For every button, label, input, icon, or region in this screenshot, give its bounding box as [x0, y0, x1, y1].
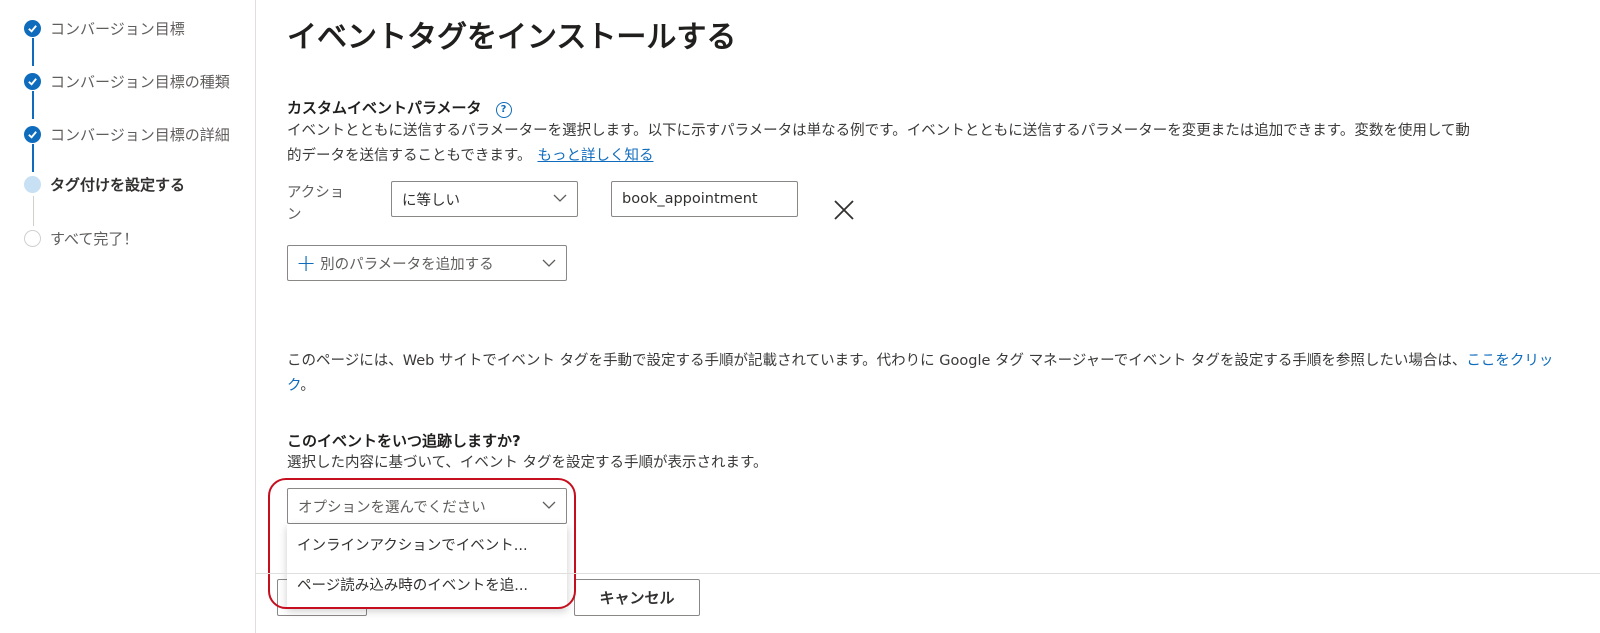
- step-label: すべて完了！: [50, 229, 139, 248]
- step-conversion-goal[interactable]: コンバージョン目標: [24, 16, 185, 40]
- step-label: コンバージョン目標: [50, 19, 185, 38]
- step-all-done[interactable]: すべて完了！: [24, 226, 138, 250]
- cancel-button[interactable]: キャンセル: [574, 579, 700, 616]
- track-when-description: 選択した内容に基づいて、イベント タグを設定する手順が表示されます。: [287, 455, 768, 471]
- add-param-label: 別のパラメータを追加する: [320, 256, 494, 273]
- param-value: book_appointment: [622, 191, 758, 207]
- param-name-label: アクショ ン: [287, 185, 345, 223]
- description-text: 的データを送信することもできます。: [287, 148, 532, 164]
- operator-select[interactable]: に等しい: [391, 181, 578, 217]
- checkmark-icon: [24, 125, 41, 143]
- param-value-input[interactable]: book_appointment: [611, 181, 798, 217]
- description-line: 的データを送信することもできます。 もっと詳しく知る: [287, 144, 1587, 169]
- page-title: イベントタグをインストールする: [287, 20, 737, 55]
- add-param-dropdown[interactable]: + 別のパラメータを追加する: [287, 245, 567, 281]
- checkmark-icon: [24, 19, 41, 37]
- chevron-down-icon: [553, 194, 567, 202]
- step-connector: [32, 196, 34, 226]
- pending-step-icon: [24, 229, 41, 247]
- custom-params-description: イベントとともに送信するパラメーターを選択します。以下に示すパラメータは単なる例…: [287, 119, 1587, 169]
- setup-stepper: コンバージョン目標 コンバージョン目標の種類 コンバージョン目標の詳細 タグ付け…: [0, 0, 256, 633]
- learn-more-link[interactable]: もっと詳しく知る: [537, 148, 653, 164]
- footer-divider: [256, 573, 1600, 574]
- gtm-note-text: このページには、Web サイトでイベント タグを手動で設定する手順が記載されてい…: [287, 353, 1467, 369]
- custom-params-heading: カスタムイベントパラメータ?: [287, 97, 512, 118]
- description-line: イベントとともに送信するパラメーターを選択します。以下に示すパラメータは単なる例…: [287, 123, 1470, 139]
- step-connector: [32, 38, 34, 66]
- custom-params-title: カスタムイベントパラメータ: [287, 99, 482, 117]
- chevron-down-icon: [542, 259, 556, 267]
- gtm-note: このページには、Web サイトでイベント タグを手動で設定する手順が記載されてい…: [287, 353, 1554, 394]
- step-label: コンバージョン目標の詳細: [50, 125, 230, 144]
- step-conversion-goal-details[interactable]: コンバージョン目標の詳細: [24, 122, 230, 146]
- track-when-title: このイベントをいつ追跡しますか?: [287, 432, 521, 450]
- help-icon[interactable]: ?: [495, 101, 512, 118]
- step-setup-tagging[interactable]: タグ付けを設定する: [24, 172, 185, 196]
- step-connector: [32, 91, 34, 119]
- step-label: タグ付けを設定する: [50, 175, 186, 194]
- checkmark-icon: [24, 72, 41, 90]
- operator-value: に等しい: [402, 192, 460, 209]
- step-conversion-goal-type[interactable]: コンバージョン目標の種類: [24, 69, 230, 93]
- remove-param-icon[interactable]: [833, 199, 855, 221]
- plus-icon: +: [296, 249, 317, 277]
- step-label: コンバージョン目標の種類: [50, 72, 230, 91]
- step-connector: [32, 144, 34, 172]
- current-step-icon: [24, 175, 41, 193]
- highlight-annotation: [268, 478, 576, 609]
